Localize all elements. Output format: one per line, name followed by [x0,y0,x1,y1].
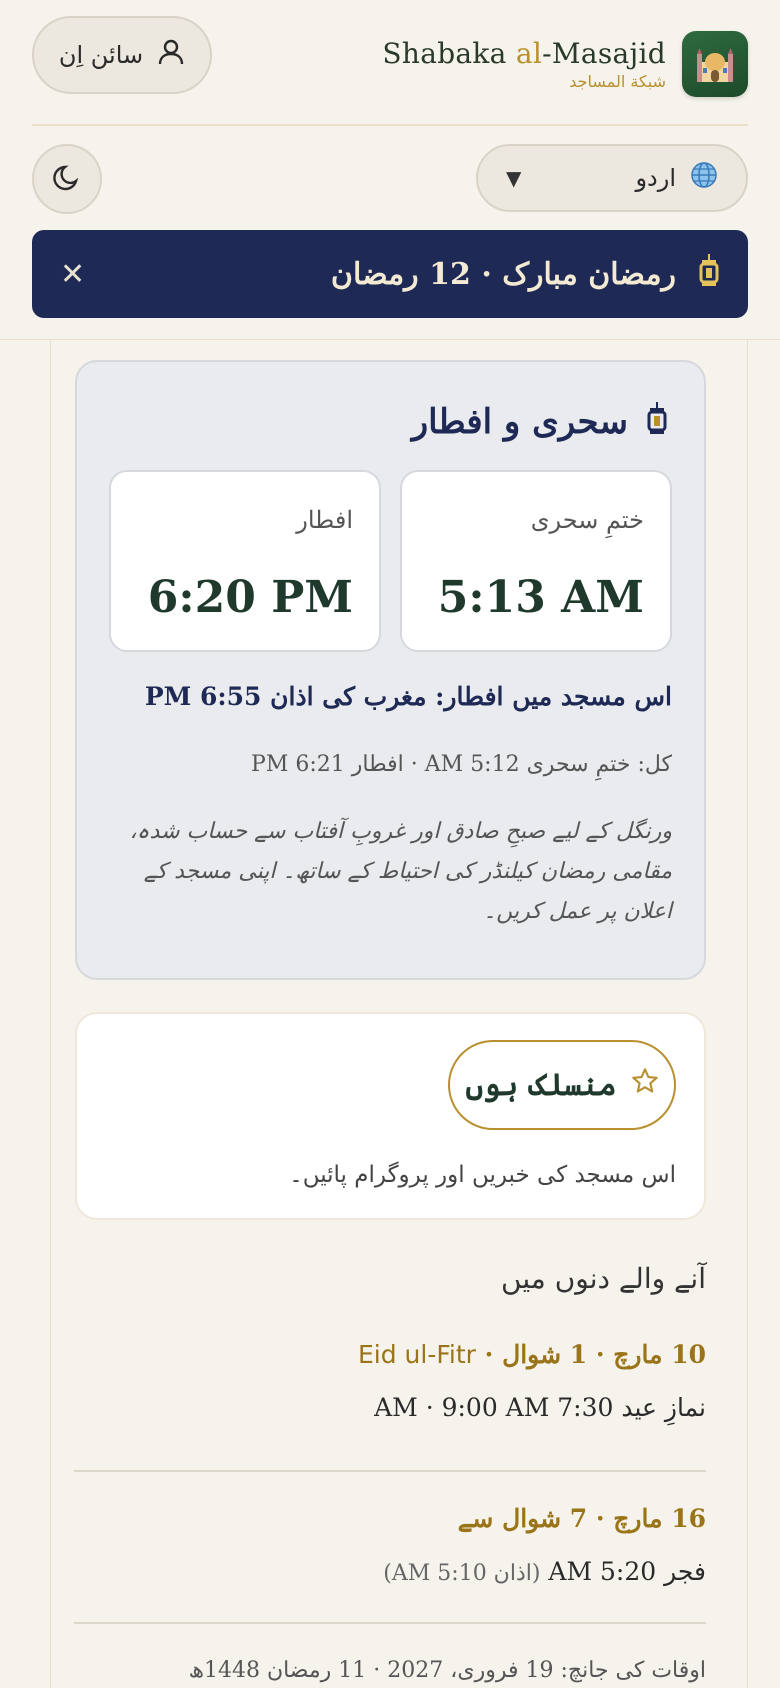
follow-button[interactable]: منسلک ہوں [448,1040,676,1130]
sign-in-button[interactable]: سائن اِن [32,16,212,94]
banner-text: رمضان مبارک · 12 رمضان [330,256,676,292]
header-divider [32,124,748,126]
language-select[interactable]: اردو ▼ [476,144,748,212]
brand-subtitle: شبكة المساجد [569,72,666,91]
dark-mode-toggle[interactable] [32,144,102,214]
follow-card: منسلک ہوں اس مسجد کی خبریں اور پروگرام پ… [75,1012,706,1220]
iftar-label: افطار [296,506,353,534]
upcoming-title: آنے والے دنوں میں [501,1262,706,1295]
close-icon[interactable]: ✕ [60,257,85,292]
globe-icon [690,161,718,195]
iftar-box: افطار 6:20 PM [109,470,381,652]
site-header: Shabaka al-Masajid شبكة المساجد سائن اِن [0,0,780,340]
follow-label: منسلک ہوں [465,1067,617,1103]
calculation-note: ورنگل کے لیے صبحِ صادق اور غروبِ آفتاب س… [129,819,672,924]
event-divider [74,1470,706,1472]
mosque-iftar-text: اس مسجد میں افطار: مغرب کی اذان 6:55 PM [144,682,672,711]
ramadan-banner: رمضان مبارک · 12 رمضان ✕ [32,230,748,318]
event-divider [74,1622,706,1624]
mosque-logo-icon [682,31,748,97]
lantern-icon [698,254,720,294]
event-detail: فجر 5:20 AM (اذان 5:10 AM) [383,1557,706,1586]
event-date: 16 مارچ · 7 شوال سے [457,1504,706,1533]
event-date: 10 مارچ · 1 شوال · Eid ul-Fitr [357,1340,706,1369]
card-title: سحری و افطار [411,402,628,442]
sehri-end-label: ختمِ سحری [530,506,644,534]
event-detail: نمازِ عید 7:30 AM · 9:00 AM [374,1393,706,1422]
brand[interactable]: Shabaka al-Masajid شبكة المساجد [382,30,748,98]
chevron-down-icon: ▼ [506,166,522,190]
sehri-iftar-card: سحری و افطار ختمِ سحری 5:13 AM افطار 6:2… [75,360,706,980]
tomorrow-times: کل: ختمِ سحری 5:12 AM · افطار 6:21 PM [251,752,672,777]
moon-icon [52,162,82,196]
lantern-icon [646,402,668,442]
event-item: 16 مارچ · 7 شوال سے فجر 5:20 AM (اذان 5:… [74,1504,706,1586]
iftar-time: 6:20 PM [147,572,353,623]
sehri-end-box: ختمِ سحری 5:13 AM [400,470,672,652]
sehri-end-time: 5:13 AM [437,572,644,623]
sign-in-label: سائن اِن [58,41,144,69]
user-icon [157,38,185,72]
star-icon [631,1067,659,1103]
brand-text: Shabaka al-Masajid شبكة المساجد [382,37,666,91]
times-checked-date: اوقات کی جانچ: 19 فروری، 2027 · 11 رمضان… [188,1658,706,1683]
event-item: 10 مارچ · 1 شوال · Eid ul-Fitr نمازِ عید… [74,1340,706,1422]
brand-name: Shabaka al-Masajid [382,37,666,70]
language-label: اردو [635,164,676,192]
follow-description: اس مسجد کی خبریں اور پروگرام پائیں۔ [289,1162,676,1188]
